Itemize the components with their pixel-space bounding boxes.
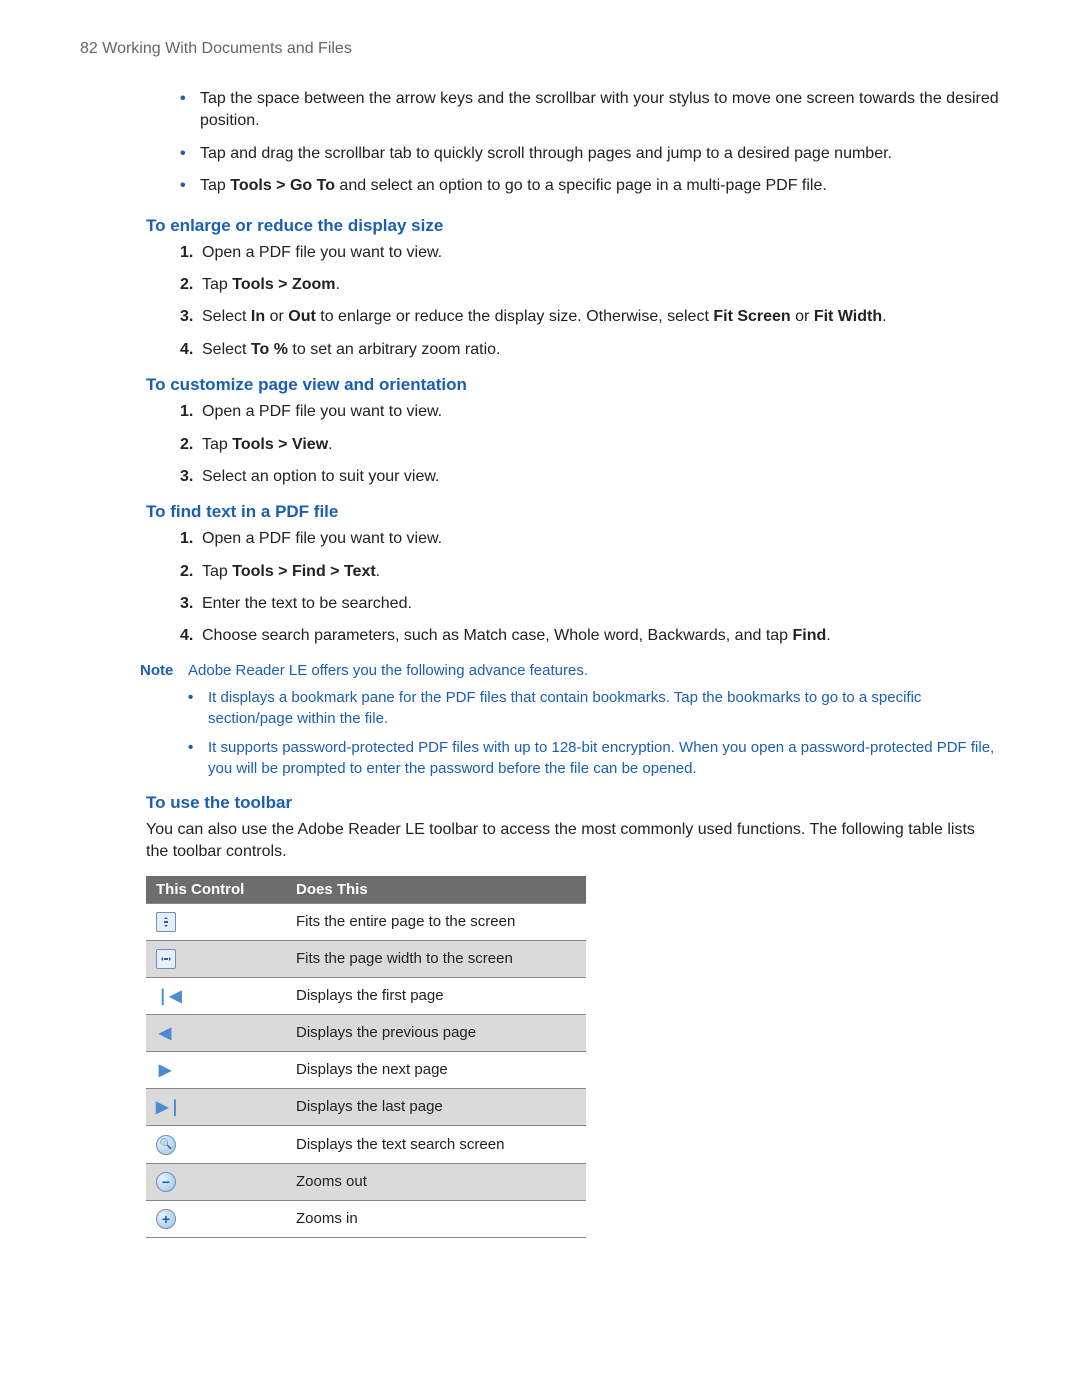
list-item: Choose search parameters, such as Match … — [180, 625, 1000, 647]
table-cell-desc: Zooms in — [286, 1200, 586, 1237]
list-item: Select To % to set an arbitrary zoom rat… — [180, 339, 1000, 361]
note-label: Note — [140, 662, 188, 679]
table-header-does: Does This — [286, 876, 586, 904]
table-row: ◀ Displays the previous page — [146, 1014, 586, 1051]
list-item: It displays a bookmark pane for the PDF … — [188, 687, 1000, 729]
table-cell-desc: Displays the last page — [286, 1088, 586, 1125]
section-heading-find: To find text in a PDF file — [146, 502, 1000, 522]
list-item: Select an option to suit your view. — [180, 466, 1000, 488]
table-cell-desc: Displays the first page — [286, 977, 586, 1014]
list-item: Open a PDF file you want to view. — [180, 242, 1000, 264]
table-cell-desc: Zooms out — [286, 1163, 586, 1200]
list-item: Select In or Out to enlarge or reduce th… — [180, 306, 1000, 328]
list-item: Tap and drag the scrollbar tab to quickl… — [180, 143, 1000, 165]
table-cell-desc: Fits the page width to the screen — [286, 940, 586, 977]
table-row: ▶ Displays the next page — [146, 1051, 586, 1088]
table-row: + Zooms in — [146, 1200, 586, 1237]
search-icon: 🔍 — [156, 1135, 176, 1155]
list-item: It supports password-protected PDF files… — [188, 737, 1000, 779]
toolbar-controls-table: This Control Does This Fits the entire p… — [146, 876, 586, 1238]
fit-page-icon — [156, 912, 176, 932]
table-cell-desc: Fits the entire page to the screen — [286, 903, 586, 940]
section-heading-customize: To customize page view and orientation — [146, 375, 1000, 395]
table-header-control: This Control — [146, 876, 286, 904]
table-row: ❘◀ Displays the first page — [146, 977, 586, 1014]
zoom-in-icon: + — [156, 1209, 176, 1229]
steps-enlarge: Open a PDF file you want to view. Tap To… — [80, 242, 1000, 362]
fit-width-icon — [156, 949, 176, 969]
chapter-title: Working With Documents and Files — [102, 40, 352, 57]
next-page-icon: ▶ — [156, 1060, 174, 1080]
table-row: ▶❘ Displays the last page — [146, 1088, 586, 1125]
intro-bullet-list: Tap the space between the arrow keys and… — [80, 88, 1000, 198]
section-heading-enlarge: To enlarge or reduce the display size — [146, 216, 1000, 236]
list-item: Tap Tools > Find > Text. — [180, 561, 1000, 583]
section-heading-toolbar: To use the toolbar — [146, 793, 1000, 813]
list-item: Tap Tools > Go To and select an option t… — [180, 175, 1000, 197]
note-lead: Adobe Reader LE offers you the following… — [188, 662, 588, 679]
steps-find: Open a PDF file you want to view. Tap To… — [80, 528, 1000, 648]
list-item: Open a PDF file you want to view. — [180, 401, 1000, 423]
table-row: 🔍 Displays the text search screen — [146, 1125, 586, 1163]
table-row: − Zooms out — [146, 1163, 586, 1200]
table-cell-desc: Displays the next page — [286, 1051, 586, 1088]
prev-page-icon: ◀ — [156, 1023, 174, 1043]
table-row: Fits the page width to the screen — [146, 940, 586, 977]
table-cell-desc: Displays the previous page — [286, 1014, 586, 1051]
zoom-out-icon: − — [156, 1172, 176, 1192]
list-item: Open a PDF file you want to view. — [180, 528, 1000, 550]
list-item: Enter the text to be searched. — [180, 593, 1000, 615]
list-item: Tap the space between the arrow keys and… — [180, 88, 1000, 133]
note-block: Note Adobe Reader LE offers you the foll… — [140, 662, 1000, 679]
page-number: 82 — [80, 40, 98, 57]
first-page-icon: ❘◀ — [156, 986, 174, 1006]
list-item: Tap Tools > View. — [180, 434, 1000, 456]
list-item: Tap Tools > Zoom. — [180, 274, 1000, 296]
table-row: Fits the entire page to the screen — [146, 903, 586, 940]
note-bullets: It displays a bookmark pane for the PDF … — [80, 687, 1000, 779]
toolbar-intro: You can also use the Adobe Reader LE too… — [146, 819, 1000, 864]
page-header: 82 Working With Documents and Files — [80, 40, 1000, 58]
last-page-icon: ▶❘ — [156, 1097, 174, 1117]
steps-customize: Open a PDF file you want to view. Tap To… — [80, 401, 1000, 488]
table-cell-desc: Displays the text search screen — [286, 1125, 586, 1163]
